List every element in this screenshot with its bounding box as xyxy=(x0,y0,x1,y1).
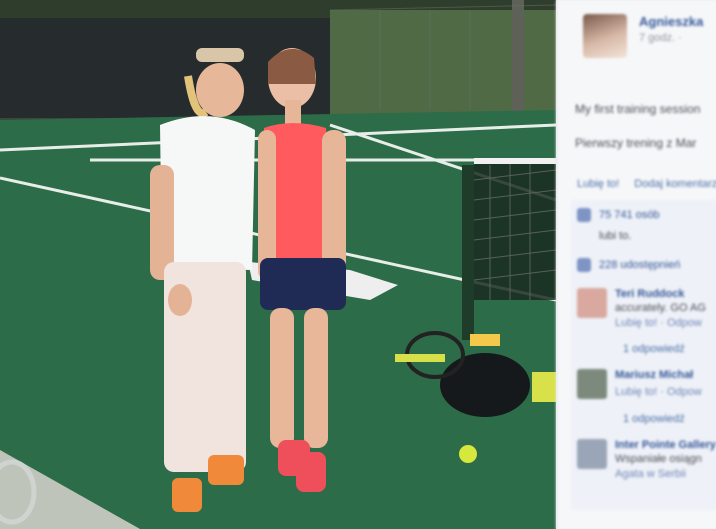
likes-count[interactable]: 75 741 osób xyxy=(599,209,660,221)
thumbs-up-icon xyxy=(577,208,591,222)
post-time[interactable]: 7 godz. · xyxy=(639,32,703,44)
post-text-pl: Pierwszy trening z Mar xyxy=(575,136,697,150)
commenter-name[interactable]: Mariusz Michał xyxy=(615,369,702,381)
comment-1: Teri Ruddock accurately. GO AG Lubię to!… xyxy=(571,280,716,337)
commenter-avatar[interactable] xyxy=(577,369,607,399)
post-text-en: My first training session xyxy=(575,102,701,116)
commenter-name[interactable]: Teri Ruddock xyxy=(615,288,706,300)
likes-suffix-row: lubi to. xyxy=(571,230,716,250)
comment-links[interactable]: Agata w Serbii xyxy=(615,468,716,480)
like-button[interactable]: Lubię to! xyxy=(577,178,619,190)
reply-link-1[interactable]: 1 odpowiedź xyxy=(571,337,716,361)
comment-2: Mariusz Michał Lubię to! · Odpow xyxy=(571,361,716,407)
shares-count[interactable]: 228 udostępnień xyxy=(599,259,680,271)
comment-3: Inter Pointe Gallery Wspaniałe osiągn Ag… xyxy=(571,431,716,488)
reactions-box: 75 741 osób lubi to. 228 udostępnień Ter… xyxy=(571,200,716,510)
tennis-court-photo xyxy=(0,0,556,529)
share-icon xyxy=(577,258,591,272)
comment-text: accurately. GO AG xyxy=(615,302,706,314)
author-avatar[interactable] xyxy=(583,14,627,58)
facebook-post-panel: Agnieszka 7 godz. · My first training se… xyxy=(556,0,716,529)
comment-links[interactable]: Lubię to! · Odpow xyxy=(615,386,702,398)
comment-text: Wspaniałe osiągn xyxy=(615,453,702,465)
commenter-avatar[interactable] xyxy=(577,439,607,469)
likes-row[interactable]: 75 741 osób xyxy=(571,200,716,230)
commenter-avatar[interactable] xyxy=(577,288,607,318)
likes-suffix: lubi to. xyxy=(599,230,632,242)
commenter-name[interactable]: Inter Pointe Gallery xyxy=(615,439,716,451)
post-header: Agnieszka 7 godz. · xyxy=(557,0,716,84)
comment-links[interactable]: Lubię to! · Odpow xyxy=(615,317,706,329)
post-photo[interactable] xyxy=(0,0,556,529)
shares-row[interactable]: 228 udostępnień xyxy=(571,250,716,280)
reply-link-2[interactable]: 1 odpowiedź xyxy=(571,407,716,431)
author-name[interactable]: Agnieszka xyxy=(639,14,703,29)
comment-button[interactable]: Dodaj komentarz xyxy=(634,178,716,190)
post-actions: Lubię to! Dodaj komentarz xyxy=(557,150,716,190)
